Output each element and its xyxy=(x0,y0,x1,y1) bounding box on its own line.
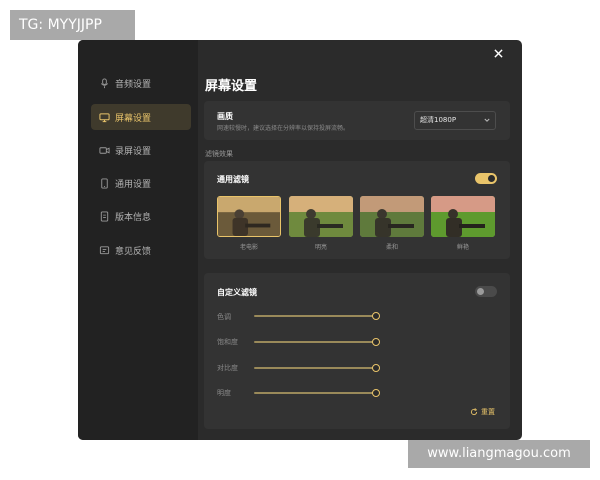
sidebar-item-label: 音频设置 xyxy=(115,79,152,90)
custom-filter-label: 自定义滤镜 xyxy=(217,288,257,297)
filter-preset-caption: 鲜艳 xyxy=(456,244,469,251)
game-preview-image xyxy=(218,197,280,236)
sidebar-item-feedback[interactable]: 意见反馈 xyxy=(91,237,191,263)
quality-select-value: 超清1080P xyxy=(420,116,457,124)
sidebar-item-label: 意见反馈 xyxy=(115,246,152,257)
hue-slider-handle[interactable] xyxy=(372,312,380,320)
brightness-slider-handle[interactable] xyxy=(372,389,380,397)
sidebar-item-label: 版本信息 xyxy=(115,212,152,223)
slider-label-contrast: 对比度 xyxy=(217,364,238,372)
general-filter-toggle[interactable] xyxy=(475,173,497,184)
reset-label: 重置 xyxy=(481,408,495,416)
sidebar-item-general[interactable]: 通用设置 xyxy=(91,170,191,196)
document-icon xyxy=(100,210,109,222)
filter-section-label: 滤镜效果 xyxy=(205,150,233,158)
saturation-slider-handle[interactable] xyxy=(372,338,380,346)
feedback-icon xyxy=(99,245,110,254)
filter-preset-vivid[interactable] xyxy=(431,196,495,237)
general-filter-label: 通用滤镜 xyxy=(217,175,249,184)
general-filter-card: 通用滤镜 老电影 明亮 柔和 鲜艳 xyxy=(204,161,510,259)
game-preview-image xyxy=(289,196,353,237)
custom-filter-card: 自定义滤镜 色调 饱和度 对比度 明度 重置 xyxy=(204,273,510,429)
filter-preset-soft[interactable] xyxy=(360,196,424,237)
game-preview-image xyxy=(360,196,424,237)
slider-label-hue: 色调 xyxy=(217,313,231,321)
sidebar-item-label: 通用设置 xyxy=(115,179,152,190)
quality-label: 画质 xyxy=(217,112,233,121)
toggle-knob xyxy=(488,175,495,182)
monitor-icon xyxy=(99,112,110,122)
filter-preset-caption: 老电影 xyxy=(239,244,258,251)
sidebar: 音频设置 屏幕设置 录屏设置 通用设置 版本信息 意见反馈 xyxy=(78,40,198,440)
microphone-icon xyxy=(100,77,109,88)
game-preview-image xyxy=(431,196,495,237)
sidebar-item-label: 录屏设置 xyxy=(115,146,152,157)
toggle-knob xyxy=(477,288,484,295)
hue-slider-track[interactable] xyxy=(254,315,376,317)
watermark-bottom-right: www.liangmagou.com xyxy=(408,440,590,468)
sidebar-item-label: 屏幕设置 xyxy=(115,113,152,124)
page-title: 屏幕设置 xyxy=(205,79,258,94)
contrast-slider-track[interactable] xyxy=(254,367,376,369)
slider-label-brightness: 明度 xyxy=(217,389,231,397)
close-button[interactable] xyxy=(490,45,506,61)
settings-dialog: 音频设置 屏幕设置 录屏设置 通用设置 版本信息 意见反馈 屏幕设置 画质 网速… xyxy=(78,40,522,440)
sidebar-item-screen[interactable]: 屏幕设置 xyxy=(91,104,191,130)
saturation-slider-track[interactable] xyxy=(254,341,376,343)
refresh-icon xyxy=(470,408,478,416)
filter-preset-old-film[interactable] xyxy=(217,196,281,237)
contrast-slider-handle[interactable] xyxy=(372,364,380,372)
sidebar-item-audio[interactable]: 音频设置 xyxy=(91,70,191,96)
sidebar-item-recording[interactable]: 录屏设置 xyxy=(91,137,191,163)
reset-button[interactable]: 重置 xyxy=(470,407,495,417)
video-camera-icon xyxy=(99,146,110,154)
quality-card: 画质 网速较慢时，建议选择在分辨率以保持投屏流畅。 超清1080P xyxy=(204,101,510,140)
quality-select[interactable]: 超清1080P xyxy=(414,111,496,130)
custom-filter-toggle[interactable] xyxy=(475,286,497,297)
close-icon xyxy=(493,48,503,58)
watermark-top-left: TG: MYYJJPP xyxy=(10,10,135,40)
filter-preset-bright[interactable] xyxy=(289,196,353,237)
phone-icon xyxy=(101,177,108,189)
brightness-slider-track[interactable] xyxy=(254,392,376,394)
sidebar-item-version[interactable]: 版本信息 xyxy=(91,203,191,229)
quality-hint: 网速较慢时，建议选择在分辨率以保持投屏流畅。 xyxy=(217,125,350,132)
chevron-down-icon xyxy=(484,118,490,122)
filter-preset-caption: 柔和 xyxy=(385,244,398,251)
filter-preset-caption: 明亮 xyxy=(314,244,327,251)
slider-label-saturation: 饱和度 xyxy=(217,338,238,346)
